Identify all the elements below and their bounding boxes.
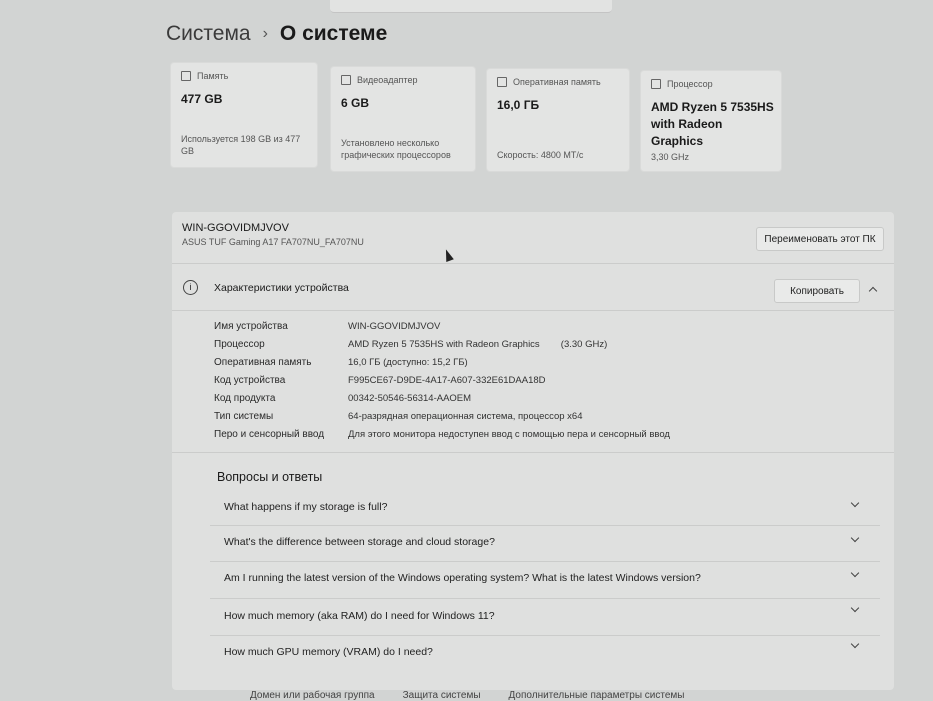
divider — [172, 263, 894, 264]
divider — [172, 310, 894, 311]
page-title: О системе — [279, 22, 388, 45]
breadcrumb: Система › О системе — [166, 22, 387, 46]
divider — [210, 561, 880, 562]
rename-pc-button[interactable]: Переименовать этот ПК — [756, 227, 884, 251]
card-title: Память — [197, 71, 229, 81]
faq-question[interactable]: How much GPU memory (VRAM) do I need? — [224, 646, 433, 658]
display-adapter-icon — [341, 75, 351, 85]
card-title: Процессор — [667, 79, 713, 89]
storage-card[interactable]: Память 477 GB Используется 198 GB из 477… — [170, 62, 318, 168]
link-system-protection[interactable]: Защита системы — [403, 690, 481, 701]
card-value: AMD Ryzen 5 7535HS with Radeon Graphics — [651, 100, 774, 148]
card-value: 6 GB — [341, 96, 370, 110]
card-note: 3,30 GHz — [651, 152, 690, 162]
faq-question[interactable]: What's the difference between storage an… — [224, 536, 495, 548]
cpu-card[interactable]: Процессор AMD Ryzen 5 7535HS with Radeon… — [640, 70, 782, 172]
ram-card[interactable]: Оперативная память 16,0 ГБ Скорость: 480… — [486, 68, 630, 172]
link-domain-workgroup[interactable]: Домен или рабочая группа — [250, 690, 375, 701]
card-title: Видеоадаптер — [357, 75, 418, 85]
divider — [210, 635, 880, 636]
spec-value: 00342-50546-56314-AAOEM — [348, 393, 472, 404]
storage-icon — [181, 71, 191, 81]
gpu-card[interactable]: Видеоадаптер 6 GB Установлено несколько … — [330, 66, 476, 172]
divider — [210, 525, 880, 526]
spec-label: Перо и сенсорный ввод — [214, 429, 325, 440]
device-name: WIN-GGOVIDMJVOV — [182, 222, 289, 234]
faq-question[interactable]: Am I running the latest version of the W… — [224, 572, 701, 584]
spec-value: 64-разрядная операционная система, проце… — [348, 411, 583, 422]
device-model: ASUS TUF Gaming A17 FA707NU_FA707NU — [182, 237, 364, 247]
spec-value: AMD Ryzen 5 7535HS with Radeon Graphics … — [348, 339, 608, 350]
spec-label: Имя устройства — [214, 321, 288, 332]
card-note: Используется 198 GB из 477 GB — [181, 134, 301, 156]
spec-value: Для этого монитора недоступен ввод с пом… — [348, 429, 670, 440]
copy-button[interactable]: Копировать — [774, 279, 860, 303]
spec-value: WIN-GGOVIDMJVOV — [348, 321, 441, 332]
breadcrumb-separator: › — [262, 25, 268, 42]
spec-label: Тип системы — [214, 411, 274, 422]
card-note: Установлено несколько графических процес… — [341, 138, 451, 160]
spec-value: 16,0 ГБ (доступно: 15,2 ГБ) — [348, 357, 468, 368]
divider — [172, 452, 894, 453]
spec-value: F995CE67-D9DE-4A17-A607-332E61DAA18D — [348, 375, 546, 386]
spec-label: Код устройства — [214, 375, 286, 386]
info-icon: i — [183, 280, 198, 295]
spec-label: Код продукта — [214, 393, 276, 404]
faq-question[interactable]: What happens if my storage is full? — [224, 501, 387, 513]
spec-label: Оперативная память — [214, 357, 312, 368]
processor-icon — [651, 79, 661, 89]
faq-title: Вопросы и ответы — [217, 470, 323, 484]
faq-question[interactable]: How much memory (aka RAM) do I need for … — [224, 610, 495, 622]
ram-icon — [497, 77, 507, 87]
link-advanced-settings[interactable]: Дополнительные параметры системы — [509, 690, 685, 701]
card-value: 16,0 ГБ — [497, 98, 540, 112]
card-value: 477 GB — [181, 92, 223, 106]
card-title: Оперативная память — [513, 77, 601, 87]
divider — [210, 598, 880, 599]
breadcrumb-root[interactable]: Система — [166, 22, 251, 46]
related-links: Домен или рабочая группа Защита системы … — [250, 690, 684, 701]
device-specs-title: Характеристики устройства — [214, 282, 349, 294]
spec-label: Процессор — [214, 339, 265, 350]
card-note: Скорость: 4800 МТ/с — [497, 150, 584, 160]
search-bar-edge — [330, 0, 612, 13]
